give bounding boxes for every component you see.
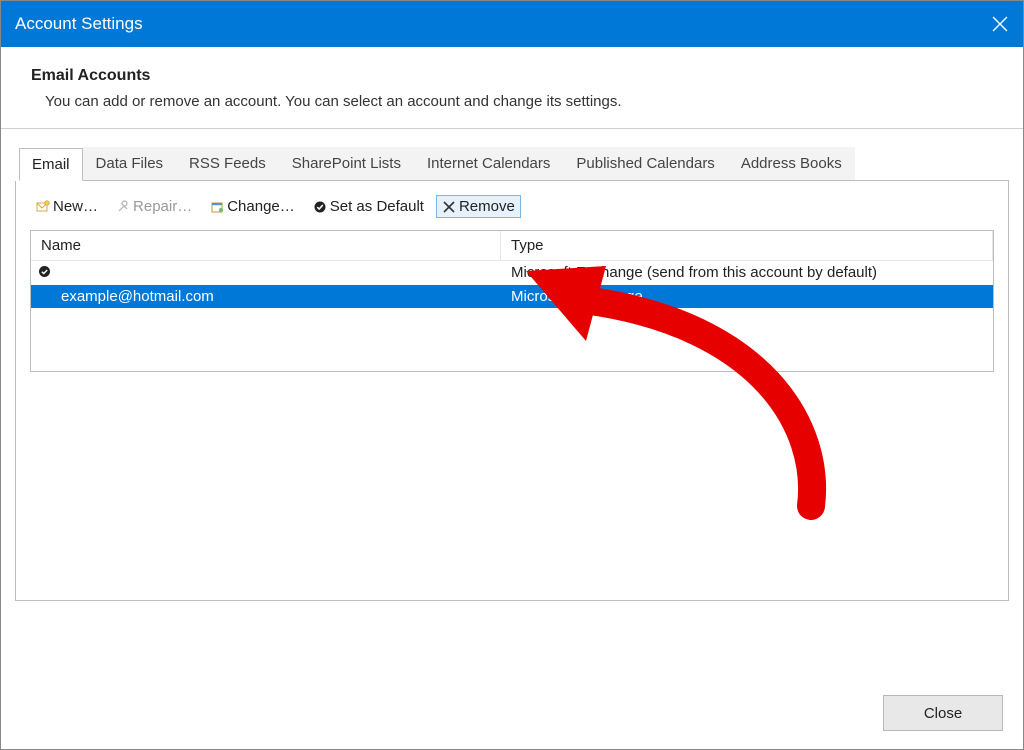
cell-type: Microsoft Exchange (send from this accou… bbox=[501, 261, 993, 285]
close-button[interactable]: Close bbox=[883, 695, 1003, 731]
tab-address-books[interactable]: Address Books bbox=[728, 147, 855, 180]
window-title: Account Settings bbox=[15, 14, 143, 34]
remove-x-icon bbox=[442, 200, 456, 214]
table-body: Microsoft Exchange (send from this accou… bbox=[31, 261, 993, 371]
repair-label: Repair… bbox=[133, 198, 192, 215]
cell-name bbox=[31, 261, 501, 285]
change-label: Change… bbox=[227, 198, 295, 215]
change-button[interactable]: Change… bbox=[204, 195, 301, 218]
col-header-name[interactable]: Name bbox=[31, 231, 501, 261]
footer: Close bbox=[883, 695, 1003, 731]
table-header: Name Type bbox=[31, 231, 993, 261]
col-header-type[interactable]: Type bbox=[501, 231, 993, 261]
check-circle-icon bbox=[313, 200, 327, 214]
page-heading: Email Accounts bbox=[31, 67, 993, 85]
repair-icon bbox=[116, 200, 130, 214]
repair-button: Repair… bbox=[110, 195, 198, 218]
set-default-label: Set as Default bbox=[330, 198, 424, 215]
close-icon bbox=[992, 16, 1008, 32]
tabs: Email Data Files RSS Feeds SharePoint Li… bbox=[19, 147, 1009, 181]
cell-type: Microsoft Exchange bbox=[501, 285, 993, 308]
account-settings-window: Account Settings Email Accounts You can … bbox=[0, 0, 1024, 750]
tab-internet-calendars[interactable]: Internet Calendars bbox=[414, 147, 563, 180]
tab-published-calendars[interactable]: Published Calendars bbox=[563, 147, 727, 180]
toolbar: New… Repair… Change… bbox=[30, 195, 994, 218]
close-window-button[interactable] bbox=[977, 1, 1023, 47]
header-section: Email Accounts You can add or remove an … bbox=[1, 47, 1023, 129]
tab-email[interactable]: Email bbox=[19, 148, 83, 181]
page-subheading: You can add or remove an account. You ca… bbox=[31, 93, 993, 110]
remove-button[interactable]: Remove bbox=[436, 195, 521, 218]
new-label: New… bbox=[53, 198, 98, 215]
table-row[interactable]: Microsoft Exchange (send from this accou… bbox=[31, 261, 993, 285]
titlebar: Account Settings bbox=[1, 1, 1023, 47]
set-default-button[interactable]: Set as Default bbox=[307, 195, 430, 218]
tab-panel-email: New… Repair… Change… bbox=[15, 181, 1009, 601]
accounts-table: Name Type Microsoft Exchange (send from … bbox=[30, 230, 994, 372]
new-button[interactable]: New… bbox=[30, 195, 104, 218]
change-icon bbox=[210, 200, 224, 214]
content-area: Email Data Files RSS Feeds SharePoint Li… bbox=[1, 129, 1023, 601]
tab-sharepoint-lists[interactable]: SharePoint Lists bbox=[279, 147, 414, 180]
cell-name: example@hotmail.com bbox=[31, 285, 501, 308]
new-mail-icon bbox=[36, 200, 50, 214]
tab-rss-feeds[interactable]: RSS Feeds bbox=[176, 147, 279, 180]
tab-data-files[interactable]: Data Files bbox=[83, 147, 177, 180]
table-row[interactable]: example@hotmail.com Microsoft Exchange bbox=[31, 285, 993, 308]
default-badge-icon bbox=[37, 264, 51, 278]
remove-label: Remove bbox=[459, 198, 515, 215]
